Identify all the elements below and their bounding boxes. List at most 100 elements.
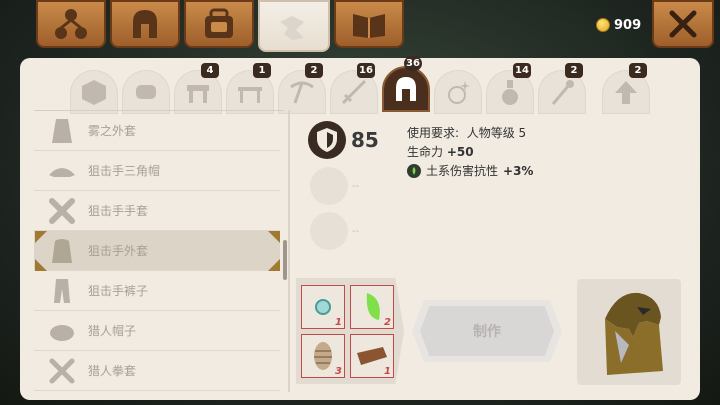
material-slot[interactable]: 2 bbox=[350, 285, 394, 329]
badge: 2 bbox=[629, 63, 647, 78]
item-name: 雾之外套 bbox=[88, 124, 137, 138]
item-name: 狙击手手套 bbox=[88, 204, 149, 218]
close-button[interactable] bbox=[652, 0, 714, 48]
requirement-label: 使用要求: bbox=[407, 126, 460, 140]
material-qty: 3 bbox=[335, 366, 342, 377]
gold-coin-icon bbox=[596, 18, 610, 32]
tab-book[interactable] bbox=[334, 0, 404, 48]
tab-bag[interactable] bbox=[184, 0, 254, 48]
hp-stat: 生命力 +50 bbox=[407, 143, 474, 160]
badge: 2 bbox=[565, 63, 583, 78]
hat-icon bbox=[44, 315, 80, 347]
requirement-value: 人物等级 5 bbox=[466, 126, 527, 140]
tab-org-tree[interactable] bbox=[36, 0, 106, 48]
table-icon bbox=[238, 87, 262, 103]
material-slot[interactable]: 1 bbox=[301, 285, 345, 329]
category-tab-cube[interactable] bbox=[70, 70, 118, 114]
category-tab-staff[interactable]: 2 bbox=[538, 63, 586, 114]
bag-icon bbox=[205, 8, 233, 38]
upgrade-arrow-icon bbox=[615, 81, 637, 104]
org-tree-icon bbox=[55, 9, 87, 39]
sparkle-ring-icon bbox=[448, 81, 470, 104]
craft-label: 制作 bbox=[473, 324, 501, 340]
craft-button[interactable]: 制作 bbox=[412, 300, 562, 362]
category-tab-armor[interactable]: 36 bbox=[382, 56, 430, 112]
item-list[interactable]: 雾之外套 狙击手三角帽 狙击手手套 狙击手外套 狙击手裤子 猎人帽子 猎人拳套 bbox=[34, 110, 284, 391]
coat-preview-icon bbox=[605, 292, 663, 375]
shield-icon bbox=[317, 128, 337, 152]
badge: 2 bbox=[305, 63, 323, 78]
list-item[interactable]: 狙击手三角帽 bbox=[34, 151, 280, 191]
item-name: 猎人帽子 bbox=[88, 324, 137, 338]
list-scrollbar[interactable] bbox=[283, 240, 287, 280]
coat-icon bbox=[44, 115, 80, 147]
hp-label: 生命力 bbox=[407, 145, 444, 159]
sword-icon bbox=[341, 79, 367, 105]
earth-leaf-icon bbox=[407, 163, 421, 178]
armor-value: 85 bbox=[351, 128, 379, 152]
empty-slot bbox=[310, 212, 348, 250]
selection-corner-icon bbox=[268, 231, 280, 243]
armor-badge bbox=[308, 121, 346, 159]
pants-icon bbox=[44, 275, 80, 307]
category-tab-magic[interactable] bbox=[434, 70, 482, 114]
badge: 4 bbox=[201, 63, 219, 78]
item-name: 狙击手外套 bbox=[88, 244, 149, 258]
category-tab-upgrade[interactable]: 2 bbox=[602, 63, 650, 114]
empty-slot bbox=[310, 167, 348, 205]
material-qty: 1 bbox=[335, 317, 342, 328]
list-item[interactable]: 狙击手手套 bbox=[34, 191, 280, 231]
selection-corner-icon bbox=[35, 259, 47, 271]
category-tab-potion[interactable]: 14 bbox=[486, 63, 534, 114]
item-name: 狙击手裤子 bbox=[88, 284, 149, 298]
item-name: 狙击手三角帽 bbox=[88, 164, 161, 178]
scroll-icon bbox=[136, 85, 156, 99]
badge: 1 bbox=[253, 63, 271, 78]
craft-button-label-wrap: 制作 bbox=[420, 306, 554, 356]
badge: 14 bbox=[513, 63, 531, 78]
selection-corner-icon bbox=[268, 259, 280, 271]
item-name: 猎人拳套 bbox=[88, 364, 137, 378]
material-slot[interactable]: 3 bbox=[301, 334, 345, 378]
selection-corner-icon bbox=[35, 231, 47, 243]
helmet-icon bbox=[396, 77, 416, 101]
category-tab-workbench[interactable]: 4 bbox=[174, 63, 222, 114]
requirement-stat: 使用要求: 人物等级 5 bbox=[407, 124, 526, 141]
cube-icon bbox=[82, 80, 106, 105]
material-slot[interactable]: 1 bbox=[350, 334, 394, 378]
resist-value: +3% bbox=[503, 163, 534, 178]
hp-value: +50 bbox=[446, 145, 474, 159]
helmet-icon bbox=[133, 10, 157, 38]
tab-puzzle[interactable] bbox=[258, 0, 330, 52]
pickaxe-icon bbox=[290, 81, 314, 104]
item-preview bbox=[577, 279, 681, 385]
currency-display: 909 bbox=[596, 12, 641, 38]
puzzle-icon bbox=[280, 16, 304, 40]
panel-divider bbox=[288, 110, 290, 392]
list-item[interactable]: 猎人帽子 bbox=[34, 311, 280, 351]
earth-resist-stat: 土系伤害抗性 +3% bbox=[407, 162, 533, 179]
badge: 16 bbox=[357, 63, 375, 78]
list-item[interactable]: 雾之外套 bbox=[34, 111, 280, 151]
category-tab-sword[interactable]: 16 bbox=[330, 63, 378, 114]
list-item[interactable]: 狙击手裤子 bbox=[34, 271, 280, 311]
close-icon bbox=[669, 10, 697, 38]
knuckles-icon bbox=[44, 355, 80, 387]
staff-icon bbox=[551, 80, 574, 105]
gloves-icon bbox=[44, 195, 80, 227]
material-qty: 2 bbox=[384, 317, 391, 328]
coat-icon bbox=[44, 235, 80, 267]
potion-icon bbox=[502, 80, 518, 105]
list-item[interactable]: 猎人拳套 bbox=[34, 351, 280, 391]
badge: 36 bbox=[404, 56, 422, 71]
category-tab-scroll[interactable] bbox=[122, 70, 170, 114]
workbench-icon bbox=[187, 85, 209, 103]
book-icon bbox=[353, 14, 385, 38]
list-item-selected[interactable]: 狙击手外套 bbox=[34, 231, 280, 271]
category-tab-pickaxe[interactable]: 2 bbox=[278, 63, 326, 114]
material-qty: 1 bbox=[384, 366, 391, 377]
resist-label: 土系伤害抗性 bbox=[426, 164, 499, 178]
empty-slot-text: -- bbox=[352, 181, 360, 192]
category-tab-table[interactable]: 1 bbox=[226, 63, 274, 114]
tab-helmet[interactable] bbox=[110, 0, 180, 48]
